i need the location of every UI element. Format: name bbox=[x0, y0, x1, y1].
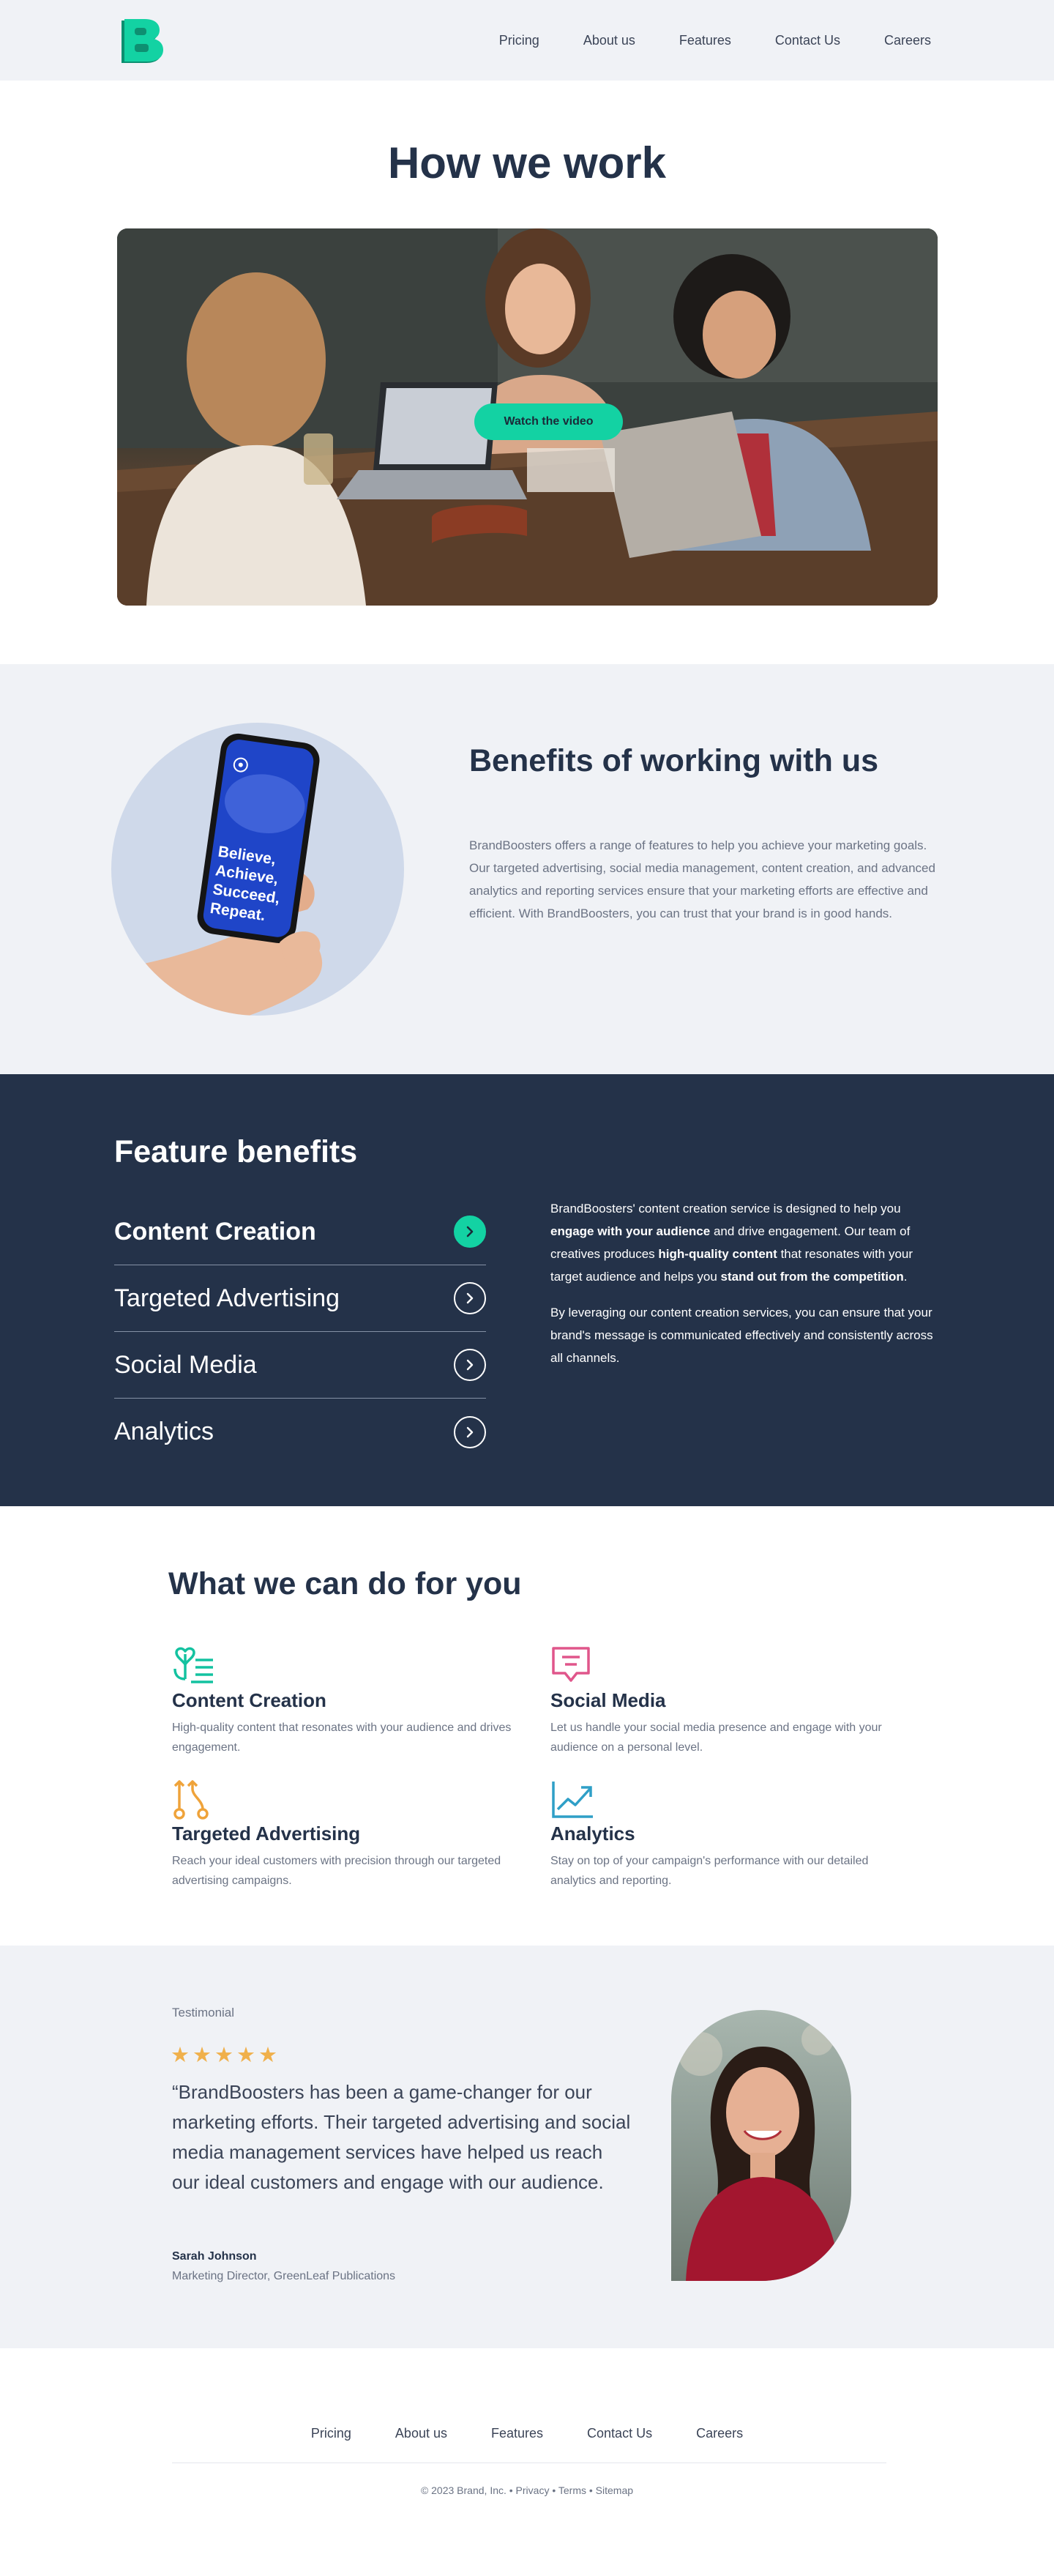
testimonial-quote: “BrandBoosters has been a game-changer f… bbox=[172, 2081, 631, 2193]
nav-link-contact[interactable]: Contact Us bbox=[775, 33, 840, 48]
feature-item-social-media[interactable]: Social Media bbox=[114, 1332, 486, 1399]
brand-logo[interactable] bbox=[117, 18, 165, 64]
star-rating-icon: ★★★★★ bbox=[171, 2044, 280, 2067]
hero-team-photo: Watch the video bbox=[117, 228, 938, 606]
testimonial-author-name: Sarah Johnson bbox=[172, 2250, 257, 2263]
benefits-section: Believe, Achieve, Succeed, Repeat. Benef… bbox=[0, 664, 1054, 1074]
content-icon bbox=[173, 1647, 213, 1683]
feature-item-analytics[interactable]: Analytics bbox=[114, 1399, 486, 1465]
benefits-body: BrandBoosters offers a range of features… bbox=[469, 838, 935, 920]
chevron-right-icon[interactable] bbox=[454, 1216, 486, 1248]
route-icon bbox=[173, 1780, 209, 1820]
feature-benefits-section: Feature benefits Content Creation Target… bbox=[0, 1074, 1054, 1506]
chat-icon bbox=[552, 1647, 590, 1682]
services-section: What we can do for you Content Creation … bbox=[0, 1506, 1054, 1946]
nav-link-pricing[interactable]: Pricing bbox=[499, 33, 539, 48]
testimonial-label: Testimonial bbox=[172, 2006, 235, 2020]
feature-label: Content Creation bbox=[114, 1217, 316, 1246]
services-title: What we can do for you bbox=[168, 1566, 522, 1601]
nav-link-careers[interactable]: Careers bbox=[884, 33, 931, 48]
feature-label: Analytics bbox=[114, 1418, 214, 1445]
testimonial-author-role: Marketing Director, GreenLeaf Publicatio… bbox=[172, 2270, 396, 2282]
trend-icon bbox=[552, 1782, 593, 1818]
chevron-right-icon[interactable] bbox=[454, 1415, 486, 1448]
footer-link-features[interactable]: Features bbox=[491, 2426, 543, 2441]
chevron-right-icon[interactable] bbox=[454, 1349, 486, 1381]
footer-link-contact[interactable]: Contact Us bbox=[587, 2426, 652, 2441]
service-social-media: Social Media Let us handle your social m… bbox=[550, 1645, 894, 1757]
benefits-title: Benefits of working with us bbox=[469, 743, 879, 778]
nav-links: Pricing About us Features Contact Us Car… bbox=[499, 0, 931, 81]
how-we-work-title: How we work bbox=[387, 138, 667, 187]
feature-list: Content Creation Targeted Advertising So… bbox=[114, 1199, 486, 1465]
feature-label: Targeted Advertising bbox=[114, 1284, 340, 1312]
service-targeted-advertising: Targeted Advertising Reach your ideal cu… bbox=[172, 1779, 516, 1891]
watch-video-button[interactable]: Watch the video bbox=[474, 403, 623, 440]
person-portrait-illustration bbox=[679, 2023, 840, 2281]
service-desc: Let us handle your social media presence… bbox=[550, 1721, 882, 1754]
top-navigation: Pricing About us Features Contact Us Car… bbox=[0, 0, 1054, 81]
footer-link-pricing[interactable]: Pricing bbox=[311, 2426, 351, 2441]
feature-benefits-title: Feature benefits bbox=[114, 1134, 358, 1169]
service-title: Analytics bbox=[550, 1823, 635, 1844]
feature-description-paragraph-1: BrandBoosters' content creation service … bbox=[550, 1197, 938, 1288]
site-footer: Pricing About us Features Contact Us Car… bbox=[0, 2348, 1054, 2576]
service-content-creation: Content Creation High-quality content th… bbox=[172, 1645, 516, 1757]
service-desc: Reach your ideal customers with precisio… bbox=[172, 1855, 501, 1887]
footer-link-about[interactable]: About us bbox=[395, 2426, 447, 2441]
footer-links: Pricing About us Features Contact Us Car… bbox=[0, 2426, 1054, 2441]
chevron-right-icon[interactable] bbox=[454, 1282, 486, 1314]
feature-description-paragraph-2: By leveraging our content creation servi… bbox=[550, 1306, 933, 1365]
service-desc: High-quality content that resonates with… bbox=[172, 1721, 512, 1754]
testimonial-section: Testimonial ★★★★★ “BrandBoosters has bee… bbox=[0, 1946, 1054, 2348]
service-title: Content Creation bbox=[172, 1689, 326, 1711]
desc-text: BrandBoosters' content creation service … bbox=[550, 1202, 901, 1216]
desc-highlight: high-quality content bbox=[658, 1247, 777, 1261]
nav-link-about[interactable]: About us bbox=[583, 33, 635, 48]
nav-link-features[interactable]: Features bbox=[679, 33, 731, 48]
desc-highlight: stand out from the competition bbox=[720, 1270, 904, 1284]
how-we-work-section: How we work Watch the video bbox=[0, 81, 1054, 664]
phone-in-hand-image: Believe, Achieve, Succeed, Repeat. bbox=[111, 723, 404, 1016]
desc-text: . bbox=[903, 1270, 908, 1284]
phone-illustration: Believe, Achieve, Succeed, Repeat. bbox=[141, 733, 322, 1016]
feature-label: Social Media bbox=[114, 1350, 257, 1379]
service-analytics: Analytics Stay on top of your campaign's… bbox=[550, 1779, 894, 1891]
service-title: Social Media bbox=[550, 1689, 666, 1711]
feature-description: BrandBoosters' content creation service … bbox=[550, 1197, 938, 1382]
service-desc: Stay on top of your campaign's performan… bbox=[550, 1855, 869, 1887]
footer-link-careers[interactable]: Careers bbox=[696, 2426, 743, 2441]
testimonial-avatar bbox=[671, 2010, 851, 2281]
desc-highlight: engage with your audience bbox=[550, 1224, 711, 1238]
feature-item-content-creation[interactable]: Content Creation bbox=[114, 1199, 486, 1265]
footer-copyright: © 2023 Brand, Inc. • Privacy • Terms • S… bbox=[420, 2484, 634, 2496]
service-title: Targeted Advertising bbox=[172, 1823, 361, 1844]
feature-item-targeted-advertising[interactable]: Targeted Advertising bbox=[114, 1265, 486, 1332]
